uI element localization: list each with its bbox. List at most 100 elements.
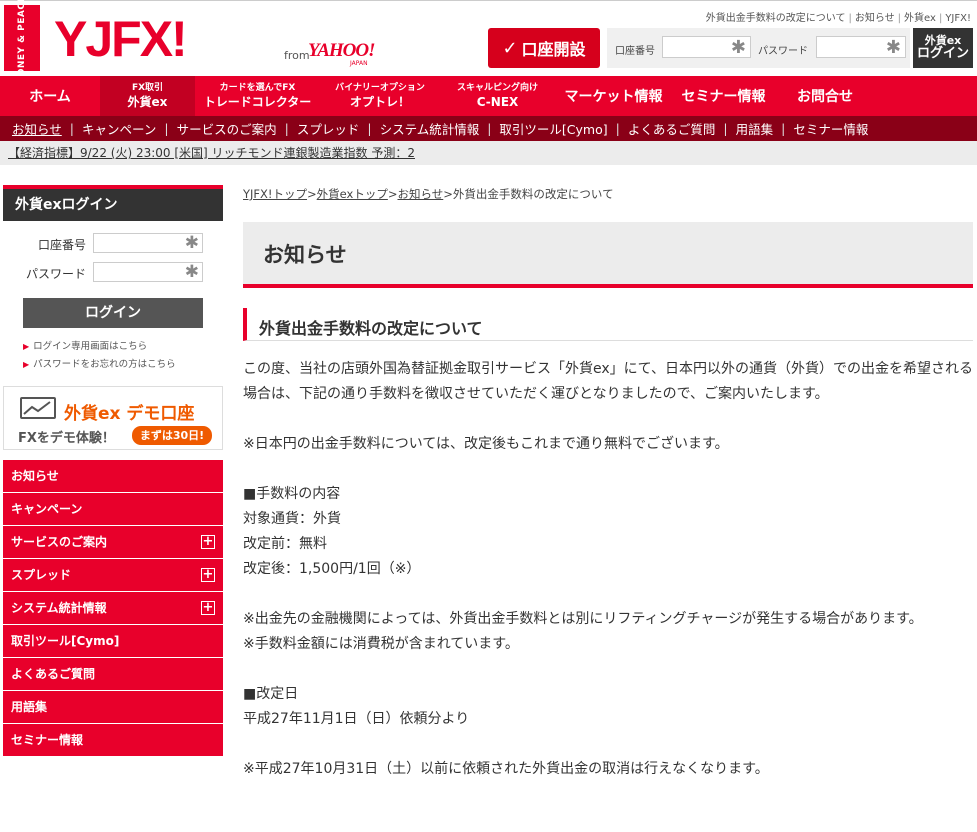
- body-paragraph: 改定後：1,500円/1回（※）: [243, 561, 421, 577]
- subnav-news[interactable]: お知らせ: [12, 119, 62, 138]
- body-blank: [243, 407, 973, 432]
- sidebar-item-service[interactable]: サービスのご案内 +: [3, 526, 223, 559]
- sidebar-account-label: 口座番号: [38, 238, 87, 252]
- top-link-gaikaex[interactable]: 外貨ex: [904, 13, 936, 24]
- expand-plus-icon[interactable]: +: [201, 568, 215, 582]
- sub-nav: お知らせ | キャンペーン | サービスのご案内 | スプレッド | システム統計情報 |…: [0, 116, 977, 141]
- yahoo-japan-text: JAPAN: [350, 60, 368, 67]
- gnav-label: トレードコレクター: [203, 94, 312, 109]
- gnav-market[interactable]: マーケット情報: [555, 76, 672, 116]
- top-link-news[interactable]: お知らせ: [855, 13, 895, 24]
- sidebar-account-input[interactable]: ✱: [93, 233, 203, 253]
- open-account-button[interactable]: ✓ 口座開設: [488, 28, 600, 68]
- subnav-seminar[interactable]: セミナー情報: [793, 119, 868, 138]
- gnav-contact[interactable]: お問合せ: [775, 76, 875, 116]
- body-paragraph: ※手数料金額には消費税が含まれています。: [243, 636, 519, 652]
- subnav-service[interactable]: サービスのご案内: [177, 119, 277, 138]
- body-paragraph: ※平成27年10月31日（土）以前に依頼された外貨出金の取消は行えなくなります。: [243, 761, 769, 777]
- sidebar-item-label: お知らせ: [11, 469, 59, 483]
- header-password-input[interactable]: ✱: [816, 36, 906, 58]
- gnav-label: セミナー情報: [681, 89, 766, 105]
- sidebar-item-spread[interactable]: スプレッド +: [3, 559, 223, 592]
- open-account-label: 口座開設: [521, 40, 586, 59]
- gnav-sublabel: スキャルピング向け: [456, 82, 538, 93]
- body-paragraph: 対象通貨：外貨: [243, 511, 341, 527]
- sidebar-password-input[interactable]: ✱: [93, 262, 203, 282]
- demo-title: 外貨ex デモ口座: [64, 404, 195, 424]
- gnav-label: オプトレ！: [349, 94, 410, 109]
- gnav-home[interactable]: ホーム: [0, 76, 100, 116]
- section-heading: 外貨出金手数料の改定について: [243, 308, 973, 341]
- header-password-label: パスワード: [758, 46, 808, 57]
- sidebar-item-seminar[interactable]: セミナー情報: [3, 724, 223, 757]
- breadcrumb-current: 外貨出金手数料の改定について: [452, 187, 614, 201]
- login-page-link[interactable]: ▶ ログイン専用画面はこちら: [23, 338, 147, 352]
- subnav-system-stats[interactable]: システム統計情報: [380, 119, 480, 138]
- body-paragraph: ■手数料の内容: [243, 486, 341, 502]
- forgot-password-link[interactable]: ▶ パスワードをお忘れの方はこちら: [23, 356, 176, 370]
- header-account-label: 口座番号: [615, 46, 655, 57]
- chart-icon: [20, 397, 56, 419]
- asterisk-icon: ✱: [730, 37, 746, 58]
- expand-plus-icon[interactable]: +: [201, 601, 215, 615]
- sidebar-item-faq[interactable]: よくあるご質問: [3, 658, 223, 691]
- triangle-right-icon: ▶: [23, 342, 30, 351]
- header-login-bar: 口座番号 ✱ パスワード ✱: [607, 28, 910, 68]
- sidebar-item-label: スプレッド: [11, 568, 72, 582]
- subnav-faq[interactable]: よくあるご質問: [628, 119, 716, 138]
- header-account-input[interactable]: ✱: [662, 36, 751, 58]
- body-blank: [243, 732, 973, 757]
- header-login-big: ログイン: [916, 46, 969, 61]
- demo-account-banner[interactable]: 外貨ex デモ口座 FXをデモ体験！ まずは30日!: [3, 386, 223, 450]
- gnav-trade-collector[interactable]: カードを選んでFX トレードコレクター: [195, 76, 320, 116]
- subnav-spread[interactable]: スプレッド: [297, 119, 360, 138]
- sidebar-item-tools[interactable]: 取引ツール[Cymo]: [3, 625, 223, 658]
- sidebar-login-title: 外貨exログイン: [3, 189, 223, 221]
- sidebar-password-label: パスワード: [26, 267, 87, 281]
- sidebar-item-label: サービスのご案内: [11, 535, 108, 549]
- expand-plus-icon[interactable]: +: [201, 535, 215, 549]
- subnav-campaign[interactable]: キャンペーン: [82, 119, 156, 138]
- header-login-button[interactable]: 外貨ex ログイン: [913, 28, 973, 68]
- top-link-yjfx[interactable]: YJFX!: [945, 13, 971, 24]
- page-title: お知らせ: [263, 243, 347, 267]
- breadcrumb-gaikaex-top[interactable]: 外貨exトップ: [317, 187, 388, 201]
- demo-subtitle: FXをデモ体験！: [18, 431, 115, 446]
- top-link-notice-detail[interactable]: 外貨出金手数料の改定について: [706, 13, 846, 24]
- gnav-gaikaex[interactable]: FX取引 外貨ex: [100, 76, 195, 116]
- body-blank: [243, 457, 973, 482]
- triangle-right-icon: ▶: [23, 360, 30, 369]
- breadcrumb-news[interactable]: お知らせ: [398, 187, 444, 201]
- yahoo-logo: YAHOO!: [308, 40, 375, 61]
- gnav-sublabel: FX取引: [131, 82, 164, 93]
- login-page-link-label: ログイン専用画面はこちら: [33, 341, 148, 352]
- sidebar-login-button[interactable]: ログイン: [23, 298, 203, 328]
- gnav-seminar[interactable]: セミナー情報: [672, 76, 775, 116]
- sidebar-item-system-stats[interactable]: システム統計情報 +: [3, 592, 223, 625]
- gnav-label: お問合せ: [797, 89, 853, 105]
- body-paragraph: ※出金先の金融機関によっては、外貨出金手数料とは別にリフティングチャージが発生す…: [243, 611, 923, 627]
- article-body: この度、当社の店頭外国為替証拠金取引サービス「外貨ex」にて、日本円以外の通貨（…: [243, 357, 973, 782]
- money-peace-badge: MONEY & PEACE!: [4, 0, 40, 85]
- sidebar-item-glossary[interactable]: 用語集: [3, 691, 223, 724]
- body-paragraph: ■改定日: [243, 686, 299, 702]
- gnav-label: マーケット情報: [564, 89, 663, 105]
- gnav-optre[interactable]: バイナリーオプション オプトレ！: [320, 76, 440, 116]
- yjfx-logo[interactable]: YJFX!: [54, 13, 188, 65]
- body-paragraph: この度、当社の店頭外国為替証拠金取引サービス「外貨ex」にて、日本円以外の通貨（…: [243, 361, 973, 402]
- ticker-link[interactable]: 【経済指標】9/22 (火) 23:00 [米国] リッチモンド連銀製造業指数 …: [8, 146, 415, 160]
- gnav-cnex[interactable]: スキャルピング向け C-NEX: [440, 76, 555, 116]
- breadcrumb: YJFX!トップ>外貨exトップ>お知らせ>外貨出金手数料の改定について: [243, 187, 614, 201]
- subnav-glossary[interactable]: 用語集: [736, 119, 774, 138]
- global-nav: ホーム FX取引 外貨ex カードを選んでFX トレードコレクター バイナリーオプシ…: [0, 76, 977, 116]
- forgot-password-link-label: パスワードをお忘れの方はこちら: [33, 359, 176, 370]
- breadcrumb-yjfx-top[interactable]: YJFX!トップ: [243, 187, 307, 201]
- subnav-tools[interactable]: 取引ツール[Cymo]: [499, 119, 607, 138]
- site-header: MONEY & PEACE! YJFX! from YAHOO! JAPAN 外…: [0, 0, 977, 85]
- body-blank: [243, 582, 973, 607]
- sidebar-item-label: よくあるご質問: [11, 667, 96, 681]
- sidebar-item-news[interactable]: お知らせ: [3, 460, 223, 493]
- asterisk-icon: ✱: [885, 37, 901, 58]
- sidebar-item-campaign[interactable]: キャンペーン: [3, 493, 223, 526]
- body-paragraph: 改定前：無料: [243, 536, 327, 552]
